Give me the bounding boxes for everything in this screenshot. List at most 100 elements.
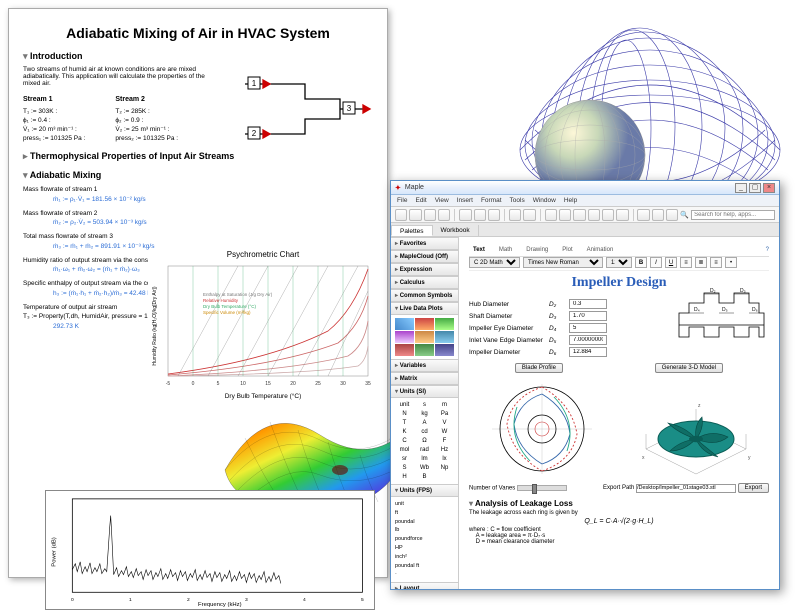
menu-insert[interactable]: Insert: [457, 197, 473, 204]
param-input[interactable]: [569, 299, 607, 309]
bold-button[interactable]: B: [635, 257, 647, 268]
liveplot-thumb[interactable]: [415, 344, 434, 356]
unit-S[interactable]: S: [395, 464, 414, 472]
pal-units-fps[interactable]: Units (FPS): [391, 484, 458, 497]
tbtn-4[interactable]: [588, 209, 600, 221]
unit-poundforce[interactable]: poundforce: [395, 535, 454, 544]
unit-Ω[interactable]: Ω: [415, 437, 434, 445]
section-thermo[interactable]: Thermophysical Properties of Input Air S…: [23, 151, 373, 162]
maximize-button[interactable]: ▢: [749, 183, 761, 193]
unit-s[interactable]: s: [415, 401, 434, 409]
zoom-button[interactable]: [637, 209, 649, 221]
liveplot-thumb[interactable]: [415, 318, 434, 330]
param-input[interactable]: [569, 335, 607, 345]
save-button[interactable]: [424, 209, 436, 221]
section-mixing[interactable]: Adiabatic Mixing: [23, 170, 373, 181]
pal-favorites[interactable]: Favorites: [391, 237, 458, 250]
export-button[interactable]: Export: [738, 483, 769, 493]
font-select[interactable]: Times New Roman: [523, 257, 603, 268]
pal-layout[interactable]: Layout: [391, 582, 458, 589]
ctab-drawing[interactable]: Drawing: [522, 246, 552, 254]
menu-help[interactable]: Help: [564, 197, 577, 204]
new-button[interactable]: [395, 209, 407, 221]
unit-cd[interactable]: cd: [415, 428, 434, 436]
menu-tools[interactable]: Tools: [510, 197, 525, 204]
tbtn-3[interactable]: [573, 209, 585, 221]
section-introduction[interactable]: Introduction: [23, 51, 373, 62]
unit-·[interactable]: ·: [395, 570, 454, 579]
unit-B[interactable]: B: [415, 473, 434, 481]
pal-expression[interactable]: Expression: [391, 263, 458, 276]
undo-button[interactable]: [509, 209, 521, 221]
unit-lx[interactable]: lx: [435, 455, 454, 463]
unit-Np[interactable]: Np: [435, 464, 454, 472]
align-left-button[interactable]: ≡: [680, 257, 692, 268]
unit-HP[interactable]: HP: [395, 544, 454, 553]
unit-Pa[interactable]: Pa: [435, 410, 454, 418]
ctab-text[interactable]: Text: [469, 246, 489, 254]
tab-workbook[interactable]: Workbook: [433, 225, 479, 236]
size-select[interactable]: 12: [606, 257, 632, 268]
tbtn-8[interactable]: [666, 209, 678, 221]
minimize-button[interactable]: _: [735, 183, 747, 193]
pal-symbols[interactable]: Common Symbols: [391, 289, 458, 302]
unit-mol[interactable]: mol: [395, 446, 414, 454]
unit-C[interactable]: C: [395, 437, 414, 445]
liveplot-thumb[interactable]: [395, 318, 414, 330]
liveplot-thumb[interactable]: [395, 344, 414, 356]
help-icon[interactable]: ?: [766, 247, 769, 253]
unit-K[interactable]: K: [395, 428, 414, 436]
pal-matrix[interactable]: Matrix: [391, 372, 458, 385]
window-titlebar[interactable]: ✦ Maple _ ▢ ×: [391, 181, 779, 195]
underline-button[interactable]: U: [665, 257, 677, 268]
pal-calculus[interactable]: Calculus: [391, 276, 458, 289]
unit-Wb[interactable]: Wb: [415, 464, 434, 472]
liveplot-thumb[interactable]: [435, 318, 454, 330]
tbtn-1[interactable]: [545, 209, 557, 221]
menu-window[interactable]: Window: [533, 197, 556, 204]
copy-button[interactable]: [474, 209, 486, 221]
unit-V[interactable]: V: [435, 419, 454, 427]
liveplot-thumb[interactable]: [415, 331, 434, 343]
vanes-slider[interactable]: [517, 485, 567, 491]
pal-variables[interactable]: Variables: [391, 359, 458, 372]
unit-W[interactable]: W: [435, 428, 454, 436]
unit-kg[interactable]: kg: [415, 410, 434, 418]
tbtn-7[interactable]: [652, 209, 664, 221]
menu-edit[interactable]: Edit: [415, 197, 426, 204]
unit-lb[interactable]: lb: [395, 526, 454, 535]
liveplot-thumb[interactable]: [435, 331, 454, 343]
menu-view[interactable]: View: [435, 197, 449, 204]
bullet-button[interactable]: •: [725, 257, 737, 268]
menu-format[interactable]: Format: [481, 197, 502, 204]
tab-palettes[interactable]: Palettes: [391, 225, 433, 236]
print-button[interactable]: [438, 209, 450, 221]
unit-inch²[interactable]: inch²: [395, 553, 454, 562]
param-input[interactable]: [569, 311, 607, 321]
unit-m[interactable]: m: [435, 401, 454, 409]
search-input[interactable]: [691, 210, 775, 220]
open-button[interactable]: [409, 209, 421, 221]
unit-rad[interactable]: rad: [415, 446, 434, 454]
unit-A[interactable]: A: [415, 419, 434, 427]
unit-sr[interactable]: sr: [395, 455, 414, 463]
unit-F[interactable]: F: [435, 437, 454, 445]
tbtn-2[interactable]: [559, 209, 571, 221]
leakage-heading[interactable]: Analysis of Leakage Loss: [469, 499, 769, 508]
tbtn-6[interactable]: [616, 209, 628, 221]
unit-T[interactable]: T: [395, 419, 414, 427]
paste-button[interactable]: [488, 209, 500, 221]
ctab-math[interactable]: Math: [495, 246, 516, 254]
tbtn-5[interactable]: [602, 209, 614, 221]
unit-N[interactable]: N: [395, 410, 414, 418]
unit-H[interactable]: H: [395, 473, 414, 481]
unit-lm[interactable]: lm: [415, 455, 434, 463]
liveplot-thumb[interactable]: [435, 344, 454, 356]
pal-maplecloud[interactable]: MapleCloud (Off): [391, 250, 458, 263]
unit-poundal[interactable]: poundal: [395, 518, 454, 527]
unit-unit[interactable]: unit: [395, 401, 414, 409]
export-path-input[interactable]: [636, 484, 736, 493]
unit-poundal ft[interactable]: poundal ft: [395, 562, 454, 571]
pal-livedata[interactable]: Live Data Plots: [391, 302, 458, 315]
unit-unit[interactable]: unit: [395, 500, 454, 509]
